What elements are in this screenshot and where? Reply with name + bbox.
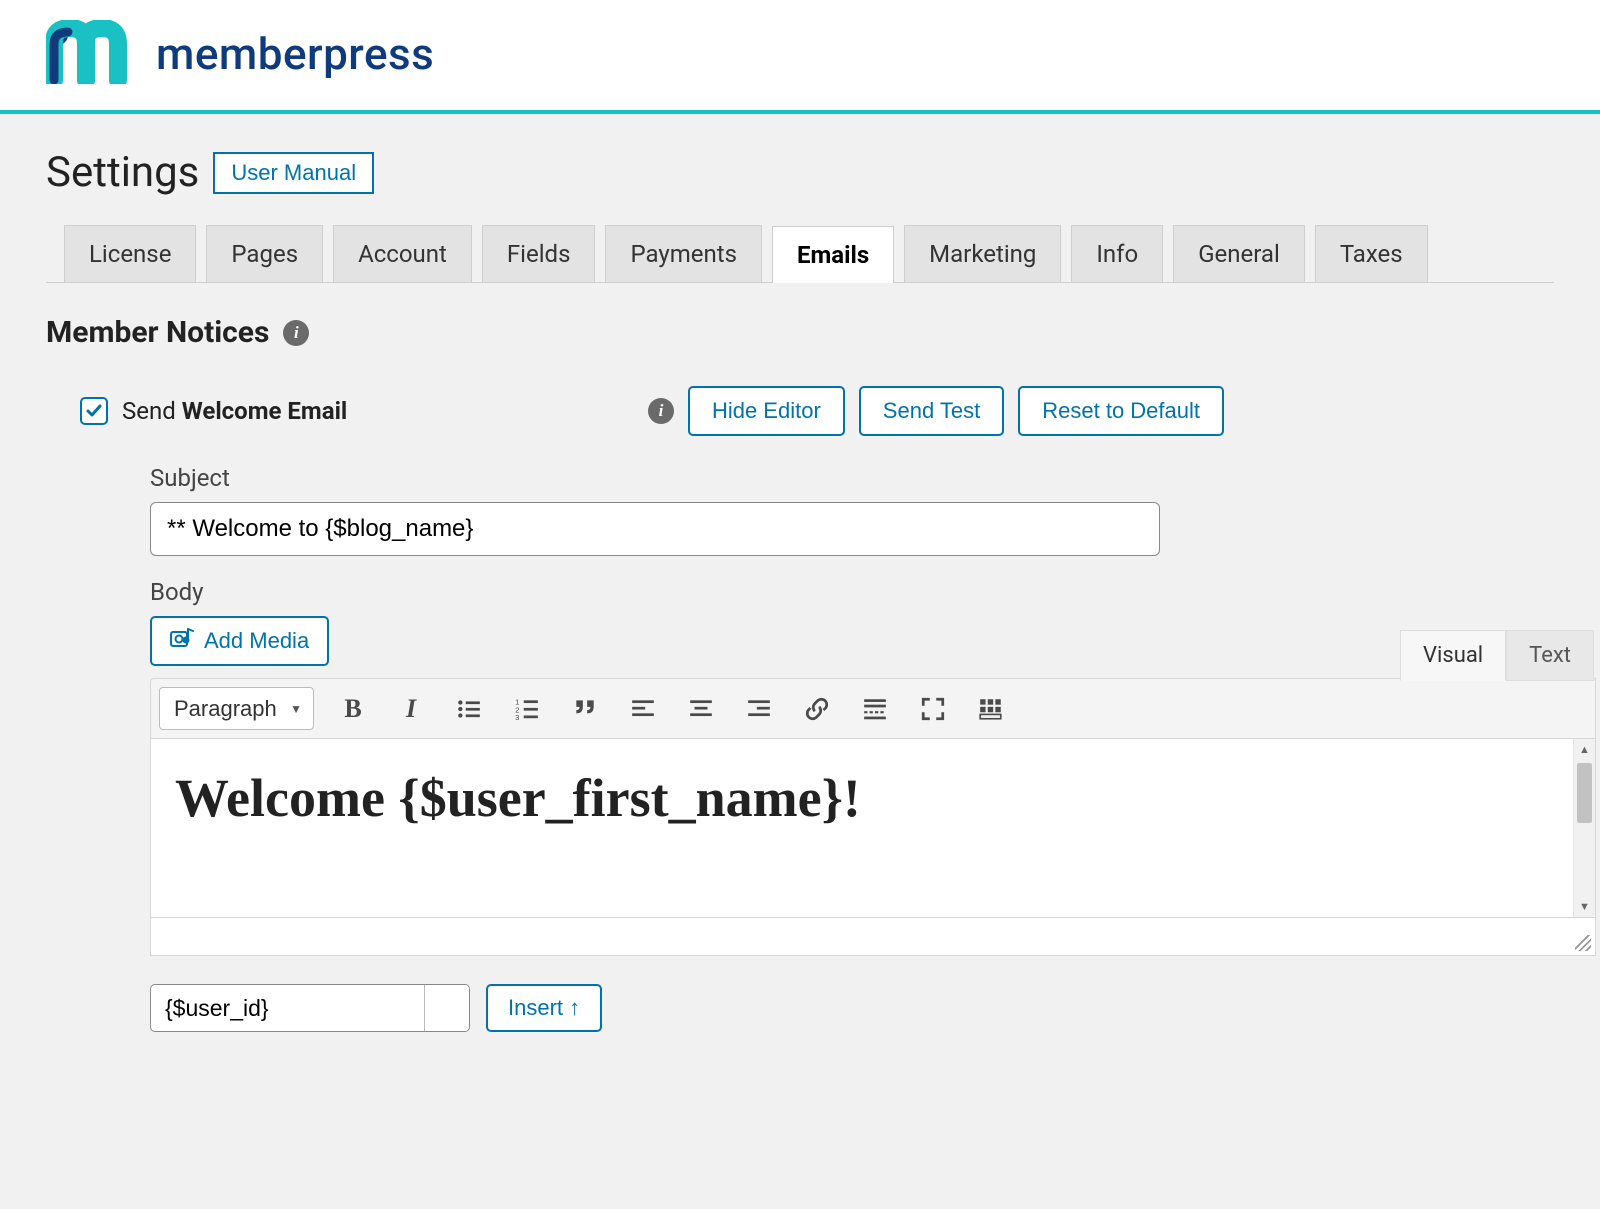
tab-payments[interactable]: Payments bbox=[605, 225, 762, 282]
editor-toolbar: Paragraph B I 123 bbox=[150, 678, 1596, 739]
tab-emails[interactable]: Emails bbox=[772, 226, 894, 283]
ordered-list-button[interactable]: 123 bbox=[506, 688, 548, 730]
insert-variable-button[interactable]: Insert ↑ bbox=[486, 984, 602, 1032]
align-right-button[interactable] bbox=[738, 688, 780, 730]
scroll-up-icon: ▲ bbox=[1574, 743, 1595, 756]
tab-taxes[interactable]: Taxes bbox=[1315, 225, 1428, 282]
brand-logo-icon bbox=[46, 20, 138, 88]
tab-general[interactable]: General bbox=[1173, 225, 1305, 282]
read-more-button[interactable] bbox=[854, 688, 896, 730]
scrollbar[interactable]: ▲ ▼ bbox=[1573, 739, 1595, 917]
tab-license[interactable]: License bbox=[64, 225, 196, 282]
add-media-button[interactable]: Add Media bbox=[150, 616, 329, 666]
tab-pages[interactable]: Pages bbox=[206, 225, 323, 282]
tab-fields[interactable]: Fields bbox=[482, 225, 596, 282]
camera-music-icon bbox=[170, 627, 194, 655]
scroll-down-icon: ▼ bbox=[1574, 900, 1595, 913]
app-header: memberpress bbox=[0, 0, 1600, 114]
user-manual-button[interactable]: User Manual bbox=[213, 152, 374, 194]
info-icon[interactable]: i bbox=[648, 398, 674, 424]
resize-grip-icon[interactable] bbox=[1575, 935, 1591, 951]
checkbox-icon bbox=[80, 397, 108, 425]
scrollbar-thumb[interactable] bbox=[1577, 763, 1592, 823]
editor-tab-text[interactable]: Text bbox=[1506, 630, 1594, 681]
tab-info[interactable]: Info bbox=[1071, 225, 1163, 282]
info-icon[interactable]: i bbox=[283, 320, 309, 346]
blockquote-button[interactable] bbox=[564, 688, 606, 730]
bold-button[interactable]: B bbox=[332, 688, 374, 730]
fullscreen-button[interactable] bbox=[912, 688, 954, 730]
brand-name: memberpress bbox=[156, 28, 434, 80]
body-label: Body bbox=[150, 578, 1554, 606]
subject-label: Subject bbox=[150, 464, 1554, 492]
link-button[interactable] bbox=[796, 688, 838, 730]
tab-account[interactable]: Account bbox=[333, 225, 472, 282]
variable-select[interactable]: {$user_id} bbox=[150, 984, 470, 1032]
reset-default-button[interactable]: Reset to Default bbox=[1018, 386, 1224, 436]
italic-button[interactable]: I bbox=[390, 688, 432, 730]
page-title: Settings bbox=[46, 148, 199, 197]
align-left-button[interactable] bbox=[622, 688, 664, 730]
bullet-list-button[interactable] bbox=[448, 688, 490, 730]
editor-content[interactable]: Welcome {$user_first_name}! bbox=[151, 739, 1595, 917]
align-center-button[interactable] bbox=[680, 688, 722, 730]
toolbar-toggle-button[interactable] bbox=[970, 688, 1012, 730]
editor-status-bar bbox=[150, 918, 1596, 956]
settings-tabs: LicensePagesAccountFieldsPaymentsEmailsM… bbox=[46, 225, 1554, 283]
hide-editor-button[interactable]: Hide Editor bbox=[688, 386, 845, 436]
subject-input[interactable] bbox=[150, 502, 1160, 556]
tab-marketing[interactable]: Marketing bbox=[904, 225, 1061, 282]
format-select[interactable]: Paragraph bbox=[159, 687, 314, 730]
svg-text:3: 3 bbox=[515, 712, 519, 721]
send-welcome-email-toggle[interactable]: Send Welcome Email bbox=[80, 397, 347, 425]
editor-tab-visual[interactable]: Visual bbox=[1400, 630, 1506, 681]
brand: memberpress bbox=[46, 20, 1554, 88]
send-welcome-email-label: Send Welcome Email bbox=[122, 397, 347, 425]
send-test-button[interactable]: Send Test bbox=[859, 386, 1004, 436]
section-title: Member Notices bbox=[46, 315, 269, 350]
